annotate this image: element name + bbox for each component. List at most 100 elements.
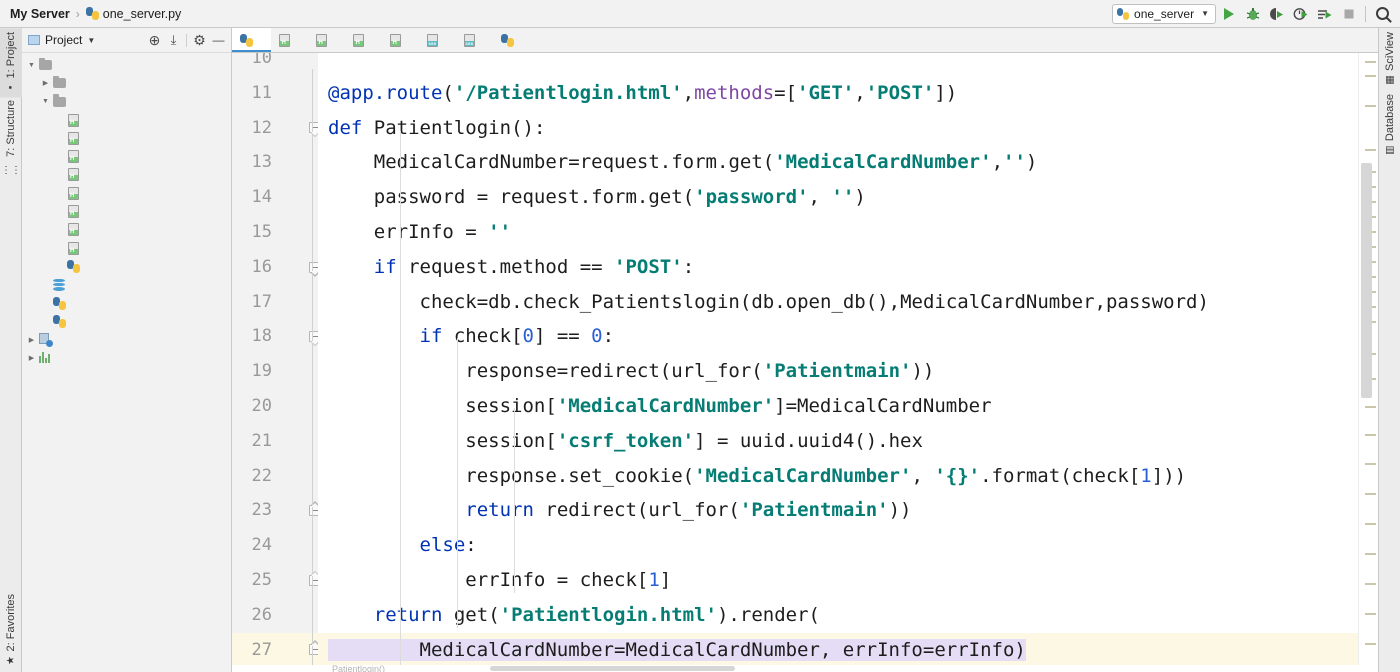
tree-node[interactable]: [22, 184, 231, 202]
code-line[interactable]: return redirect(url_for('Patientmain')): [318, 493, 1358, 528]
sidebar-item-structure[interactable]: ⋮⋮ 7: Structure: [0, 96, 22, 185]
code-line[interactable]: def Patientlogin():: [318, 111, 1358, 146]
code-line[interactable]: MedicalCardNumber=MedicalCardNumber, err…: [318, 632, 1358, 668]
hide-panel-icon[interactable]: —: [210, 32, 227, 49]
scrollbar-marker: [1365, 406, 1376, 408]
disclosure-triangle-icon[interactable]: ▼: [26, 62, 37, 69]
disclosure-triangle-icon[interactable]: ▼: [40, 98, 51, 105]
line-number: 16: [251, 256, 272, 277]
locate-file-icon[interactable]: ⊕: [146, 32, 163, 49]
sidebar-item-project[interactable]: ▪ 1: Project: [0, 28, 22, 98]
stop-button[interactable]: [1337, 3, 1360, 25]
editor-tab[interactable]: [308, 28, 345, 52]
html-file-icon: [67, 113, 79, 127]
collapse-all-icon[interactable]: ⤓: [165, 32, 182, 49]
tree-node[interactable]: [22, 166, 231, 184]
code-line[interactable]: errInfo = '': [318, 215, 1358, 250]
code-line[interactable]: session['MedicalCardNumber']=MedicalCard…: [318, 389, 1358, 424]
tree-node[interactable]: [22, 221, 231, 239]
code-kwarg: methods: [694, 81, 775, 104]
code-line[interactable]: if check[0] == 0:: [318, 319, 1358, 354]
horizontal-scrollbar[interactable]: [232, 665, 1378, 672]
code-fold-marker[interactable]: [308, 493, 318, 528]
run-dashboard-button[interactable]: [1313, 3, 1336, 25]
code-fold-marker[interactable]: [308, 111, 318, 146]
horizontal-scrollbar-thumb[interactable]: [490, 666, 735, 671]
tree-node[interactable]: [22, 312, 231, 330]
code-identifier: Patientlogin: [373, 116, 512, 139]
tree-node[interactable]: ▼: [22, 93, 231, 111]
vertical-scrollbar-thumb[interactable]: [1361, 163, 1372, 398]
tree-node[interactable]: [22, 111, 231, 129]
code-line[interactable]: return get('Patientlogin.html').render(: [318, 598, 1358, 633]
external-library-icon: [38, 352, 52, 364]
tree-node[interactable]: [22, 129, 231, 147]
code-line[interactable]: MedicalCardNumber=request.form.get('Medi…: [318, 145, 1358, 180]
code-line[interactable]: else:: [318, 528, 1358, 563]
sidebar-item-favorites[interactable]: ★ 2: Favorites: [0, 590, 22, 670]
debug-button[interactable]: [1241, 3, 1264, 25]
code-fold-marker[interactable]: [308, 319, 318, 354]
code-line[interactable]: response=redirect(url_for('Patientmain')…: [318, 354, 1358, 389]
code-fold-marker[interactable]: [308, 563, 318, 598]
editor-tab[interactable]: [493, 28, 532, 52]
search-icon: [1376, 7, 1389, 20]
code-fold-marker[interactable]: [308, 633, 318, 668]
scrollbar-marker: [1365, 553, 1376, 555]
line-number: 24: [251, 535, 272, 556]
editor-tab[interactable]: [271, 28, 308, 52]
disclosure-triangle-icon[interactable]: ▶: [26, 354, 37, 362]
structure-icon: ⋮⋮: [1, 164, 21, 176]
editor-scrollbar[interactable]: [1358, 53, 1378, 672]
code-fold-marker[interactable]: [308, 250, 318, 285]
sidebar-item-sciview[interactable]: ▦ SciView: [1379, 28, 1400, 90]
line-number: 18: [251, 326, 272, 347]
tree-node[interactable]: [22, 147, 231, 165]
profile-button[interactable]: [1289, 3, 1312, 25]
breadcrumb-project[interactable]: My Server: [10, 7, 70, 21]
html-file-icon: [67, 131, 79, 145]
code-line[interactable]: session['csrf_token'] = uuid.uuid4().hex: [318, 424, 1358, 459]
chevron-down-icon[interactable]: ▼: [87, 36, 95, 45]
disclosure-triangle-icon[interactable]: ▶: [40, 79, 51, 87]
tree-node[interactable]: ▶: [22, 74, 231, 92]
tree-node[interactable]: ▼: [22, 56, 231, 74]
tree-node[interactable]: ▶: [22, 330, 231, 348]
search-everywhere-button[interactable]: [1371, 3, 1394, 25]
settings-gear-icon[interactable]: ⚙: [191, 32, 208, 49]
code-line[interactable]: check=db.check_Patientslogin(db.open_db(…: [318, 285, 1358, 320]
code-line[interactable]: response.set_cookie('MedicalCardNumber',…: [318, 459, 1358, 494]
scrollbar-marker: [1365, 75, 1376, 77]
code-content[interactable]: @app.route('/Patientlogin.html',methods=…: [318, 53, 1358, 672]
project-panel-title[interactable]: Project: [45, 33, 82, 47]
tree-node[interactable]: [22, 202, 231, 220]
code-identifier: open_db: [785, 290, 866, 313]
editor-tab[interactable]: [232, 28, 271, 52]
tree-node[interactable]: [22, 294, 231, 312]
code-identifier: session: [465, 429, 546, 452]
code-number: 0: [591, 325, 603, 348]
sidebar-item-database[interactable]: ▥ Database: [1379, 90, 1400, 160]
editor-gutter[interactable]: 10 11 12 13 14 15 16 17 18 19 20 21 22 23 24 25 26 27: [232, 53, 318, 672]
breadcrumb-file[interactable]: one_server.py: [103, 7, 182, 21]
css-file-icon: [427, 33, 438, 47]
run-configuration-selector[interactable]: one_server ▼: [1112, 3, 1216, 24]
code-line[interactable]: if request.method == 'POST':: [318, 250, 1358, 285]
editor-tab[interactable]: [419, 28, 456, 52]
code-line[interactable]: [318, 53, 1358, 76]
tree-node[interactable]: [22, 276, 231, 294]
editor-tab[interactable]: [345, 28, 382, 52]
code-line[interactable]: password = request.form.get('password', …: [318, 180, 1358, 215]
tree-node[interactable]: [22, 257, 231, 275]
code-line[interactable]: errInfo = check[1]: [318, 563, 1358, 598]
tree-node[interactable]: ▶: [22, 349, 231, 367]
run-button[interactable]: [1217, 3, 1240, 25]
project-tool-window: Project ▼ ⊕ ⤓ ⚙ — ▼ ▶ ▼ ▶ ▶: [22, 28, 232, 672]
run-with-coverage-button[interactable]: [1265, 3, 1288, 25]
editor-tab[interactable]: [456, 28, 493, 52]
code-line[interactable]: @app.route('/Patientlogin.html',methods=…: [318, 76, 1358, 111]
tree-node[interactable]: [22, 239, 231, 257]
editor-tab[interactable]: [382, 28, 419, 52]
left-tool-strip: ▪ 1: Project ⋮⋮ 7: Structure ★ 2: Favori…: [0, 28, 22, 672]
disclosure-triangle-icon[interactable]: ▶: [26, 336, 37, 344]
